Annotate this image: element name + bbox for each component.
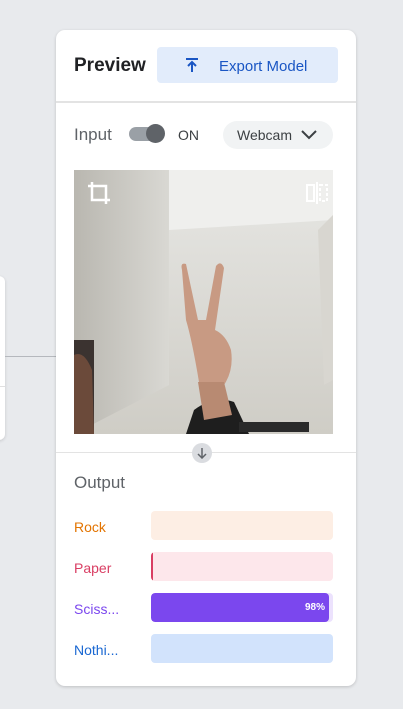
toggle-state-label: ON [178, 127, 199, 143]
confidence-bar [151, 552, 333, 581]
confidence-bar: 98% [151, 593, 333, 622]
class-row-scissors: Sciss... 98% [74, 593, 334, 623]
connector-line [5, 356, 56, 357]
class-name: Nothi... [74, 642, 119, 658]
upload-icon [186, 58, 198, 72]
crop-icon[interactable] [86, 180, 112, 206]
confidence-fill [151, 593, 329, 622]
output-label: Output [74, 473, 126, 492]
input-source-value: Webcam [237, 127, 292, 143]
flip-horizontal-icon[interactable] [304, 180, 330, 206]
class-name: Paper [74, 560, 112, 576]
class-name: Rock [74, 519, 106, 535]
export-model-label: Export Model [219, 58, 308, 75]
confidence-bar [151, 511, 333, 540]
input-source-dropdown[interactable]: Webcam [223, 121, 333, 149]
neighbor-card [0, 276, 5, 440]
confidence-fill [151, 552, 153, 581]
panel-title: Preview [74, 55, 146, 76]
confidence-bar [151, 634, 333, 663]
class-row-rock: Rock [74, 511, 334, 541]
class-row-nothing: Nothi... [74, 634, 334, 664]
arrow-down-icon [197, 448, 207, 459]
neighbor-card-divider [0, 386, 5, 387]
header-divider [56, 101, 356, 103]
webcam-preview [74, 170, 333, 434]
export-model-button[interactable]: Export Model [157, 47, 338, 83]
confidence-percent: 98% [304, 602, 325, 613]
input-label: Input [74, 125, 112, 144]
webcam-feed-image [74, 170, 333, 434]
preview-panel: Preview Export Model Input ON Webcam Out… [56, 30, 356, 686]
expand-output-button[interactable] [192, 443, 212, 463]
class-row-paper: Paper [74, 552, 334, 582]
chevron-down-icon [301, 130, 317, 140]
class-name: Sciss... [74, 601, 120, 617]
input-toggle[interactable] [129, 124, 165, 143]
toggle-knob [146, 124, 165, 143]
